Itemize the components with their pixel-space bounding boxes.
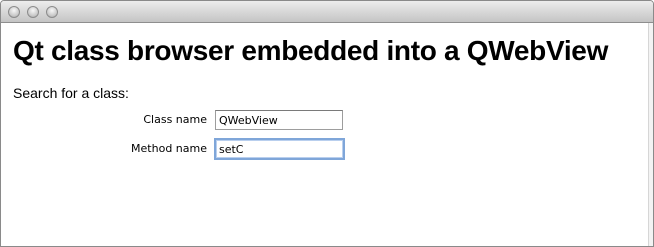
browser-window: Qt class browser embedded into a QWebVie…	[0, 0, 654, 247]
method-name-input[interactable]	[214, 138, 345, 160]
page-title: Qt class browser embedded into a QWebVie…	[13, 35, 609, 66]
window-right-edge	[648, 23, 653, 246]
method-name-label: Method name	[131, 142, 207, 155]
class-name-input[interactable]	[215, 110, 343, 130]
minimize-window-icon[interactable]	[27, 6, 39, 18]
method-name-row: Method name	[1, 138, 653, 160]
webview-content: Qt class browser embedded into a QWebVie…	[1, 23, 653, 246]
class-name-label: Class name	[143, 113, 207, 126]
window-titlebar[interactable]	[1, 1, 653, 23]
close-window-icon[interactable]	[8, 6, 20, 18]
search-prompt: Search for a class:	[13, 85, 129, 101]
zoom-window-icon[interactable]	[46, 6, 58, 18]
class-name-row: Class name	[1, 110, 653, 130]
